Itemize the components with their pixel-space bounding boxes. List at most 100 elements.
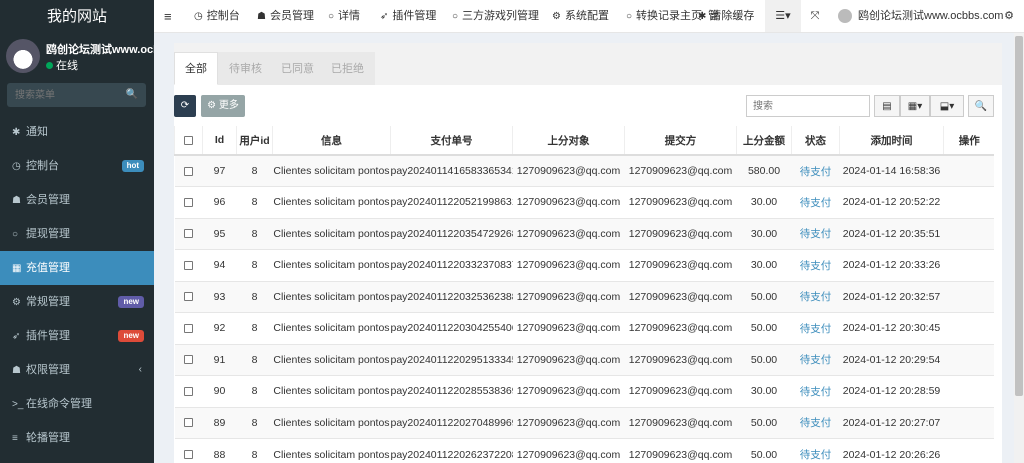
table-cell: 1270909623@qq.com [624, 154, 737, 187]
sidebar-item-4[interactable]: ▦ 充值管理 [0, 251, 154, 285]
select-all-checkbox[interactable] [184, 135, 193, 145]
column-header[interactable]: 操作 [943, 126, 994, 156]
table-cell: 待支付 [791, 154, 840, 187]
table-row[interactable]: 89 8 Clientes solicitam pontos pay202401122… [174, 406, 994, 439]
user-menu[interactable]: 鸥创论坛测试www.ocbbs.com [838, 0, 1003, 32]
status-badge: 待支付 [799, 259, 832, 272]
sidebar-search-input[interactable] [7, 83, 122, 107]
nav-tab-icon: ○ [452, 11, 459, 22]
column-header[interactable]: 信息 [272, 126, 391, 156]
column-header[interactable]: 添加时间 [839, 126, 944, 156]
column-header[interactable]: 用户id [236, 126, 273, 156]
table-row[interactable]: 97 8 Clientes solicitam pontos pay202401141… [174, 154, 994, 187]
table-cell: 92 [202, 312, 237, 344]
table-cell: 50.00 [736, 280, 792, 313]
sidebar-toggle-icon[interactable]: ≡ [164, 0, 172, 32]
row-checkbox[interactable] [184, 355, 193, 365]
brand-logo[interactable]: 我的网站 [0, 0, 154, 33]
nav-tab-icon: ➶ [380, 11, 389, 22]
tab-0[interactable]: 全部 [174, 52, 218, 85]
table-row[interactable]: 96 8 Clientes solicitam pontos pay202401122… [174, 186, 994, 218]
table-cell: 待支付 [791, 249, 840, 281]
tab-3[interactable]: 已拒绝 [320, 52, 375, 85]
table-cell: 91 [202, 343, 237, 376]
sidebar-item-6[interactable]: ➶ 插件管理 new [0, 319, 154, 353]
sidebar-item-label: 在线命令管理 [26, 398, 92, 410]
row-select-cell [174, 154, 203, 187]
table-cell: 待支付 [791, 343, 840, 376]
sidebar-item-1[interactable]: ◷ 控制台 hot [0, 149, 154, 183]
settings-gear-icon[interactable]: ⚙ [1002, 0, 1016, 32]
toggle-view-button[interactable]: ▤ [874, 95, 900, 117]
row-checkbox[interactable] [184, 450, 193, 460]
column-header[interactable]: 上分金额 [736, 126, 792, 156]
search-icon[interactable]: 🔍 [126, 89, 138, 100]
more-button[interactable]: ⚙ 更多 [201, 95, 245, 117]
table-cell: Clientes solicitam pontos [272, 280, 391, 313]
table-cell: 8 [236, 280, 273, 313]
column-header[interactable]: 状态 [791, 126, 840, 156]
advanced-search-button[interactable]: 🔍 [968, 95, 994, 117]
nav-tab-8[interactable]: ✱ 清除缓存 [698, 0, 754, 32]
sidebar-item-9[interactable]: ≡ 轮播管理 [0, 421, 154, 455]
menu-item-icon: ✱ [12, 127, 21, 138]
sidebar-item-3[interactable]: ○ 提现管理 [0, 217, 154, 251]
row-checkbox[interactable] [184, 292, 193, 302]
table-search-input[interactable] [746, 95, 870, 117]
card-view-icon: ▤ [882, 101, 892, 112]
refresh-button[interactable]: ⟳ [174, 95, 196, 117]
column-header[interactable]: 提交方 [624, 126, 737, 156]
table-row[interactable]: 92 8 Clientes solicitam pontos pay202401122… [174, 312, 994, 344]
fullscreen-icon[interactable]: ⤧ [807, 0, 823, 32]
status-badge: 待支付 [799, 228, 832, 241]
nav-tab-4[interactable]: ○ 三方游戏列管理 [452, 0, 539, 32]
user-status: 在线 [46, 57, 78, 73]
table-cell: 8 [236, 154, 273, 187]
columns-button[interactable]: ▦▾ [900, 95, 930, 117]
table-row[interactable]: 88 8 Clientes solicitam pontos pay202401122… [174, 438, 994, 463]
table-cell: 2024-01-12 20:27:07 [839, 406, 944, 439]
nav-tab-0[interactable]: ◷ 控制台 [194, 0, 240, 32]
table-cell: 2024-01-12 20:29:54 [839, 343, 944, 376]
tab-2[interactable]: 已同意 [270, 52, 325, 85]
table-row[interactable]: 94 8 Clientes solicitam pontos pay202401122… [174, 249, 994, 281]
sidebar-item-2[interactable]: ☗ 会员管理 [0, 183, 154, 217]
page-scrollbar[interactable] [1014, 33, 1024, 463]
table-row[interactable]: 90 8 Clientes solicitam pontos pay202401122… [174, 375, 994, 407]
sidebar-item-0[interactable]: ✱ 通知 [0, 115, 154, 149]
export-button[interactable]: ⬓▾ [930, 95, 964, 117]
row-checkbox[interactable] [184, 418, 193, 428]
row-checkbox[interactable] [184, 386, 193, 396]
row-select-cell [174, 280, 203, 313]
column-header[interactable]: Id [202, 126, 237, 156]
nav-tab-6[interactable]: ○ 转换记录 [626, 0, 680, 32]
row-checkbox[interactable] [184, 197, 193, 207]
table-row[interactable]: 95 8 Clientes solicitam pontos pay202401122… [174, 217, 994, 250]
column-header[interactable]: 上分对象 [512, 126, 625, 156]
row-checkbox[interactable] [184, 260, 193, 270]
nav-tab-1[interactable]: ☗ 会员管理 [257, 0, 314, 32]
nav-partial-tab[interactable]: 管 [708, 0, 720, 32]
menu-badge: new [118, 330, 144, 342]
row-checkbox[interactable] [184, 229, 193, 239]
select-all-header [174, 126, 203, 156]
row-checkbox[interactable] [184, 323, 193, 333]
sidebar-item-5[interactable]: ⚙ 常规管理 new [0, 285, 154, 319]
nav-tab-3[interactable]: ➶ 插件管理 [380, 0, 436, 32]
status-badge: 待支付 [799, 196, 832, 209]
nav-tab-2[interactable]: ○ 详情 [328, 0, 360, 32]
row-checkbox[interactable] [184, 166, 193, 176]
sidebar-item-7[interactable]: ☗ 权限管理 ‹ [0, 353, 154, 387]
column-header[interactable]: 支付单号 [390, 126, 513, 156]
table-row[interactable]: 93 8 Clientes solicitam pontos pay202401122… [174, 280, 994, 313]
operation-cell [943, 406, 994, 439]
tab-1[interactable]: 待审核 [218, 52, 273, 85]
table-row[interactable]: 91 8 Clientes solicitam pontos pay202401122… [174, 343, 994, 376]
sidebar-item-8[interactable]: >_ 在线命令管理 [0, 387, 154, 421]
sidebar-item-label: 提现管理 [26, 228, 70, 240]
table-cell: 1270909623@qq.com [624, 343, 737, 376]
nav-dropdown-button[interactable]: ☰▾ [765, 0, 801, 32]
nav-tab-5[interactable]: ⚙ 系统配置 [552, 0, 609, 32]
table-cell: Clientes solicitam pontos [272, 343, 391, 376]
scrollbar-thumb[interactable] [1015, 36, 1023, 396]
